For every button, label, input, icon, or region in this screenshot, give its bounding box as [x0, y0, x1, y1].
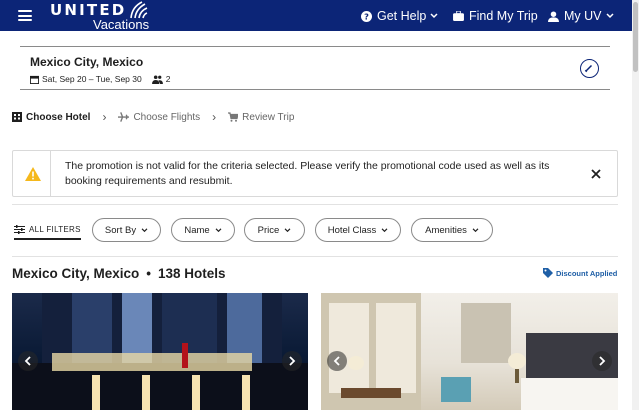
- find-my-trip-link[interactable]: Find My Trip: [453, 8, 538, 24]
- top-header: UNITED Vacations ? Get Help Find My Trip…: [0, 0, 639, 32]
- trip-details: Sat, Sep 20 – Tue, Sep 30 2: [30, 74, 170, 84]
- pencil-icon: [584, 64, 593, 73]
- page-scrollbar[interactable]: [632, 0, 639, 410]
- carousel-prev-button[interactable]: [18, 351, 38, 371]
- divider: [12, 204, 618, 205]
- get-help-label: Get Help: [377, 9, 427, 23]
- chevron-down-icon: [141, 227, 148, 232]
- user-icon: [548, 10, 559, 22]
- step-choose-flights[interactable]: Choose Flights: [118, 112, 200, 123]
- all-filters-label: ALL FILTERS: [29, 224, 81, 234]
- pill-label: Name: [184, 224, 210, 236]
- pill-label: Amenities: [425, 224, 467, 236]
- alert-icon-box: [13, 151, 51, 196]
- carousel-next-button[interactable]: [282, 351, 302, 371]
- results-heading: Mexico City, Mexico • 138 Hotels: [12, 266, 226, 281]
- svg-text:?: ?: [364, 11, 369, 21]
- chevron-down-icon: [430, 13, 438, 19]
- results-city: Mexico City, Mexico: [12, 266, 140, 281]
- step-label: Review Trip: [242, 111, 295, 123]
- my-uv-menu[interactable]: My UV: [548, 8, 614, 24]
- results-count: 138 Hotels: [158, 266, 226, 281]
- chevron-right-icon: [289, 356, 296, 366]
- scrollbar-thumb[interactable]: [633, 2, 638, 72]
- get-help-menu[interactable]: ? Get Help: [361, 8, 438, 24]
- hotel-card-image[interactable]: [12, 293, 308, 410]
- trip-dates: Sat, Sep 20 – Tue, Sep 30: [42, 74, 142, 84]
- warning-icon: [25, 167, 41, 181]
- amenities-dropdown[interactable]: Amenities: [411, 218, 493, 242]
- chevron-right-icon: [599, 356, 606, 366]
- all-filters-button[interactable]: ALL FILTERS: [14, 222, 81, 240]
- logo-subtext: Vacations: [93, 17, 150, 32]
- pill-label: Price: [257, 224, 280, 236]
- alert-message: The promotion is not valid for the crite…: [65, 160, 550, 187]
- find-my-trip-label: Find My Trip: [469, 9, 538, 23]
- discount-label: Discount Applied: [556, 268, 618, 278]
- sort-by-dropdown[interactable]: Sort By: [92, 218, 161, 242]
- plane-icon: [118, 112, 130, 122]
- pill-label: Hotel Class: [327, 224, 377, 236]
- chevron-down-icon: [605, 13, 614, 19]
- chevron-right-icon: ›: [102, 110, 107, 124]
- close-icon[interactable]: [589, 167, 603, 181]
- chevron-right-icon: ›: [212, 110, 217, 124]
- booking-steps: Choose Hotel › Choose Flights › Review T…: [12, 110, 294, 124]
- chevron-down-icon: [472, 227, 479, 232]
- chevron-left-icon: [24, 356, 31, 366]
- hamburger-menu-icon[interactable]: [18, 10, 32, 21]
- divider: [12, 256, 618, 257]
- chevron-down-icon: [215, 227, 222, 232]
- promotion-alert: The promotion is not valid for the crite…: [12, 150, 618, 197]
- hotel-exterior-photo: [12, 293, 308, 410]
- pill-label: Sort By: [104, 224, 137, 236]
- carousel-next-button[interactable]: [592, 351, 612, 371]
- discount-applied-badge: Discount Applied: [543, 268, 617, 278]
- sliders-icon: [14, 224, 25, 234]
- suitcase-icon: [453, 11, 464, 21]
- trip-summary: Mexico City, Mexico Sat, Sep 20 – Tue, S…: [20, 46, 610, 90]
- price-dropdown[interactable]: Price: [244, 218, 305, 242]
- my-uv-label: My UV: [564, 9, 602, 23]
- trip-destination: Mexico City, Mexico: [30, 55, 144, 69]
- chevron-down-icon: [381, 227, 388, 232]
- cart-icon: [228, 112, 239, 122]
- chevron-down-icon: [284, 227, 291, 232]
- calendar-icon: [30, 75, 39, 84]
- travelers-icon: [151, 74, 163, 84]
- name-dropdown[interactable]: Name: [171, 218, 235, 242]
- travelers-count: 2: [165, 74, 171, 84]
- tag-icon: [543, 268, 553, 278]
- separator-dot: •: [146, 266, 152, 281]
- help-circle-icon: ?: [361, 10, 372, 22]
- hotel-room-photo: [321, 293, 618, 410]
- step-choose-hotel[interactable]: Choose Hotel: [12, 112, 90, 123]
- united-vacations-logo[interactable]: UNITED Vacations: [50, 1, 150, 32]
- step-review-trip[interactable]: Review Trip: [228, 112, 294, 123]
- carousel-prev-button[interactable]: [327, 351, 347, 371]
- step-label: Choose Hotel: [26, 111, 91, 123]
- hotel-icon: [12, 112, 22, 122]
- step-label: Choose Flights: [133, 111, 201, 123]
- hotel-class-dropdown[interactable]: Hotel Class: [315, 218, 401, 242]
- edit-trip-button[interactable]: [580, 59, 599, 78]
- hotel-card-image[interactable]: [321, 293, 618, 410]
- chevron-left-icon: [333, 356, 340, 366]
